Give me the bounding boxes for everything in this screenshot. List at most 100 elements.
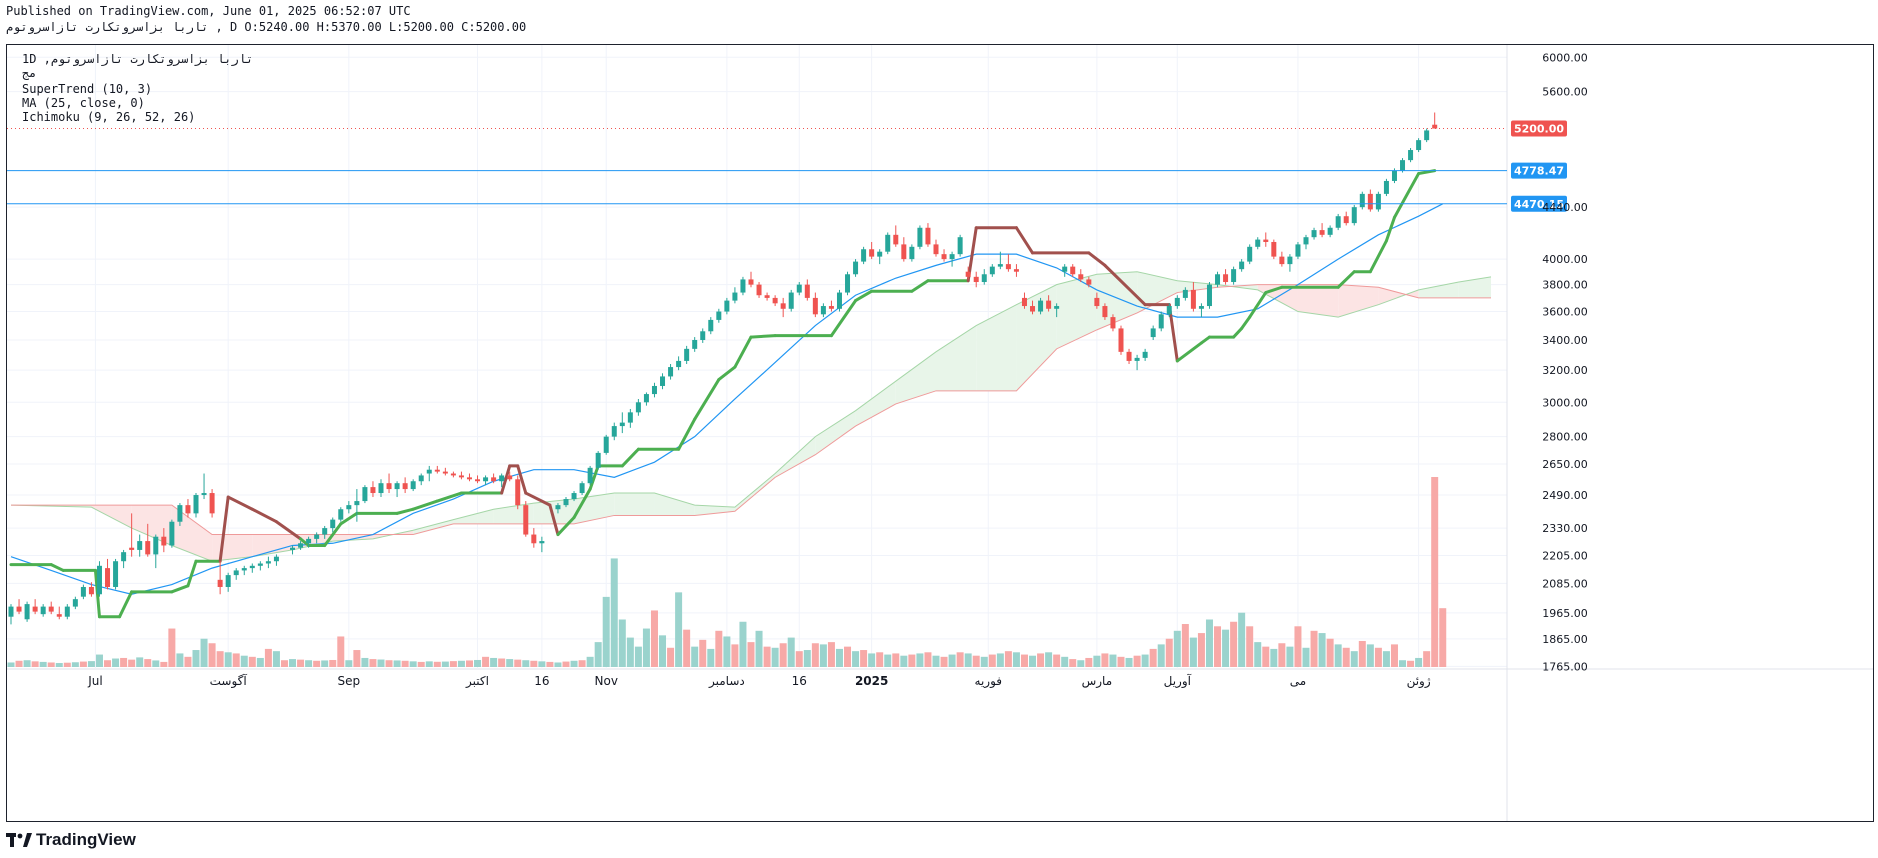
candle-body — [1038, 300, 1044, 312]
volume-bar — [168, 628, 176, 667]
last-price-label: 5200.00 — [1514, 123, 1564, 136]
volume-bar — [313, 660, 321, 667]
volume-bar — [964, 653, 972, 667]
chart-frame[interactable]: 4778.47 4470.15 5200.00 6000.00 5600.00 4440… — [6, 44, 1874, 822]
volume-bar — [852, 651, 860, 667]
price-axis[interactable]: 6000.00 5600.00 4440.00 4000.00 3800.00 3600.… — [1542, 51, 1588, 673]
candle-body — [1263, 239, 1269, 242]
volume-bar — [369, 659, 377, 667]
candle-body — [539, 541, 545, 544]
candle-body — [1190, 289, 1196, 309]
price-tick-label: 2800.00 — [1542, 431, 1588, 444]
candle-body — [129, 547, 135, 550]
supertrend-segment — [733, 335, 753, 369]
volume-bar — [795, 651, 803, 667]
candle-body — [418, 475, 424, 482]
volume-bar — [79, 661, 87, 667]
candle-body — [692, 339, 698, 349]
volume-bar — [95, 654, 103, 667]
candle-body — [346, 505, 352, 510]
candle-body — [676, 360, 682, 368]
volume-bar — [321, 660, 329, 667]
candle-body — [257, 563, 263, 566]
volume-bar — [297, 659, 305, 667]
candle-body — [314, 534, 320, 539]
supertrend-segment — [677, 417, 697, 451]
candle-body — [1391, 170, 1397, 181]
supertrend-segment — [749, 334, 777, 339]
ohlc-line: تاربا بزاسروتکارت تازاسروتوم , D O:5240.… — [6, 20, 527, 34]
volume-bar — [490, 657, 498, 667]
volume-bar — [884, 654, 892, 667]
candle-body — [893, 234, 899, 245]
volume-bar — [55, 663, 63, 667]
candle-body — [1319, 230, 1325, 235]
volume-bar — [844, 646, 852, 667]
candle-body — [925, 227, 931, 245]
volume-bar — [1415, 657, 1423, 667]
volume-bar — [1374, 647, 1382, 667]
volume-bar — [650, 610, 658, 667]
candle-body — [579, 483, 585, 494]
volume-bar — [1085, 657, 1093, 667]
volume-bar — [707, 648, 715, 667]
candle-body — [64, 606, 70, 617]
volume-bar — [417, 661, 425, 667]
candle-body — [724, 300, 730, 312]
time-tick-label: فوریه — [975, 674, 1003, 689]
volume-bar — [1173, 630, 1181, 667]
volume-bar — [538, 661, 546, 667]
candle-body — [241, 568, 247, 571]
volume-bar — [578, 660, 586, 667]
candle-body — [563, 499, 569, 506]
price-tick-label: 3000.00 — [1542, 396, 1588, 409]
candle-body — [619, 422, 625, 427]
volume-bar — [1254, 642, 1262, 667]
volume-bar — [1125, 657, 1133, 667]
volume-bar — [803, 650, 811, 667]
volume-bar — [248, 656, 256, 667]
candle-body — [1134, 357, 1140, 361]
tradingview-brand[interactable]: TradingView — [6, 830, 136, 850]
volume-bar — [554, 662, 562, 667]
candle-body — [298, 543, 304, 548]
tradingview-logo-icon — [6, 833, 32, 847]
volume-bar — [1262, 646, 1270, 667]
price-chart[interactable]: 4778.474470.155200.00 6000.00 5600.00 4440… — [7, 45, 1873, 821]
horizontal-lines[interactable]: 4778.474470.155200.00 — [7, 120, 1567, 212]
candle-body — [668, 367, 674, 377]
volume-bar — [449, 661, 457, 667]
volume-bar — [465, 660, 473, 667]
candle-body — [1239, 261, 1245, 270]
candle-body — [949, 254, 955, 260]
time-tick-label: Sep — [338, 674, 361, 688]
legend-ichimoku[interactable]: Ichimoku (9, 26, 52, 26) — [22, 109, 195, 125]
volume-bar — [1439, 608, 1447, 667]
candle-body — [627, 412, 633, 423]
volume-bar — [835, 648, 843, 667]
volume-bar — [546, 661, 554, 667]
volume-bar — [409, 661, 417, 667]
candle-body — [587, 467, 593, 484]
candle-body — [869, 249, 875, 257]
time-tick-label: Nov — [595, 674, 618, 688]
candle-body — [434, 469, 440, 472]
candle-body — [16, 606, 22, 612]
volume-bar — [15, 660, 23, 667]
volume-bar — [683, 629, 691, 667]
cloud-segment — [855, 381, 896, 427]
volume-bar — [1399, 660, 1407, 667]
volume-bar — [1189, 637, 1197, 667]
supertrend-segment — [1240, 315, 1252, 330]
candle-body — [997, 264, 1003, 267]
candle-body — [1070, 266, 1076, 275]
candle-body — [458, 475, 464, 478]
volume-bar — [433, 661, 441, 667]
volume-bar — [216, 651, 224, 667]
candle-body — [426, 469, 432, 474]
candle-body — [1287, 256, 1293, 265]
candle-body — [611, 426, 617, 437]
candle-body — [169, 521, 175, 546]
time-axis[interactable]: Jul آگوست Sep اکتبر 16 Nov دسامبر 16 2025 فوریه ما… — [87, 673, 1431, 689]
candle-body — [981, 274, 987, 283]
